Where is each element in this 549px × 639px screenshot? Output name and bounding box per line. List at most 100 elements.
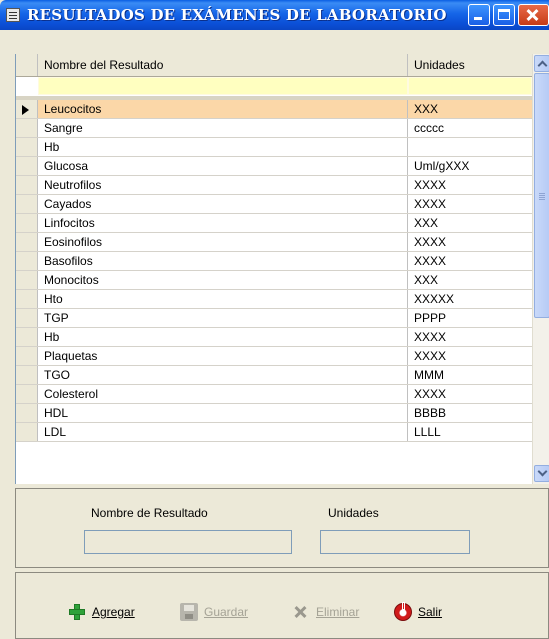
cell-units[interactable] (408, 138, 532, 156)
cell-units[interactable]: MMM (408, 366, 532, 384)
cell-result-name[interactable]: TGO (38, 366, 408, 384)
cell-result-name[interactable]: Basofilos (38, 252, 408, 270)
cell-units[interactable]: BBBB (408, 404, 532, 422)
cell-result-name[interactable]: Hto (38, 290, 408, 308)
new-row-entry[interactable] (16, 77, 532, 95)
cell-result-name[interactable]: TGP (38, 309, 408, 327)
cell-units[interactable]: PPPP (408, 309, 532, 327)
table-row[interactable]: TGP PPPP (16, 309, 532, 328)
row-selector[interactable] (16, 214, 38, 232)
table-row[interactable]: Eosinofilos XXXX (16, 233, 532, 252)
table-row[interactable]: Hto XXXXX (16, 290, 532, 309)
cell-result-name[interactable]: Eosinofilos (38, 233, 408, 251)
units-input[interactable] (320, 530, 470, 554)
column-header-name[interactable]: Nombre del Resultado (38, 54, 408, 76)
results-grid[interactable]: Nombre del Resultado Unidades Leucocitos… (15, 54, 549, 484)
lab-results-window: RESULTADOS DE EXÁMENES DE LABORATORIO No… (0, 0, 549, 639)
cell-units[interactable]: Uml/gXXX (408, 157, 532, 175)
new-row-units-cell[interactable] (408, 77, 532, 95)
title-bar[interactable]: RESULTADOS DE EXÁMENES DE LABORATORIO (0, 0, 549, 30)
row-selector[interactable] (16, 176, 38, 194)
row-selector[interactable] (16, 271, 38, 289)
cell-result-name[interactable]: Glucosa (38, 157, 408, 175)
row-selector[interactable] (16, 100, 38, 118)
close-button[interactable] (518, 4, 549, 26)
table-row[interactable]: Cayados XXXX (16, 195, 532, 214)
row-selector[interactable] (16, 347, 38, 365)
new-row-name-cell[interactable] (38, 77, 408, 95)
cell-result-name[interactable]: Sangre (38, 119, 408, 137)
cell-result-name[interactable]: Hb (38, 328, 408, 346)
row-selector[interactable] (16, 423, 38, 441)
minimize-button[interactable] (468, 4, 490, 26)
table-row[interactable]: Leucocitos XXX (16, 100, 532, 119)
table-row[interactable]: Glucosa Uml/gXXX (16, 157, 532, 176)
scroll-thumb[interactable] (534, 73, 549, 318)
cell-units[interactable]: LLLL (408, 423, 532, 441)
row-selector[interactable] (16, 404, 38, 422)
table-row[interactable]: Hb XXXX (16, 328, 532, 347)
scroll-down-arrow-icon[interactable] (534, 465, 549, 482)
window-icon (6, 8, 20, 22)
cell-result-name[interactable]: Hb (38, 138, 408, 156)
cell-units[interactable]: XXX (408, 100, 532, 118)
current-row-arrow-icon (22, 105, 29, 115)
cell-result-name[interactable]: Leucocitos (38, 100, 408, 118)
cell-units[interactable]: XXX (408, 214, 532, 232)
row-selector[interactable] (16, 290, 38, 308)
table-row[interactable]: HDL BBBB (16, 404, 532, 423)
cell-result-name[interactable]: Linfocitos (38, 214, 408, 232)
cell-result-name[interactable]: HDL (38, 404, 408, 422)
table-row[interactable]: Basofilos XXXX (16, 252, 532, 271)
table-row[interactable]: Hb (16, 138, 532, 157)
row-selector[interactable] (16, 328, 38, 346)
row-selector[interactable] (16, 252, 38, 270)
table-row[interactable]: Colesterol XXXX (16, 385, 532, 404)
cell-units[interactable]: XXXX (408, 176, 532, 194)
save-button[interactable]: Guardar (180, 603, 248, 621)
cell-result-name[interactable]: Monocitos (38, 271, 408, 289)
vertical-scrollbar[interactable] (532, 54, 549, 484)
exit-button[interactable]: Salir (394, 602, 442, 621)
cell-units[interactable]: XXXX (408, 328, 532, 346)
table-row[interactable]: LDL LLLL (16, 423, 532, 442)
cell-units[interactable]: XXXXX (408, 290, 532, 308)
row-selector[interactable] (16, 233, 38, 251)
cell-units[interactable]: XXXX (408, 385, 532, 403)
row-selector[interactable] (16, 366, 38, 384)
row-selector[interactable] (16, 138, 38, 156)
save-button-label: Guardar (204, 605, 249, 619)
table-row[interactable]: Plaquetas XXXX (16, 347, 532, 366)
row-selector[interactable] (16, 119, 38, 137)
scroll-up-arrow-icon[interactable] (534, 55, 549, 72)
cell-units[interactable]: XXX (408, 271, 532, 289)
table-row[interactable]: Monocitos XXX (16, 271, 532, 290)
table-row[interactable]: Sangre ccccc (16, 119, 532, 138)
table-row[interactable]: Linfocitos XXX (16, 214, 532, 233)
delete-button[interactable]: Eliminar (292, 603, 359, 621)
column-header-units[interactable]: Unidades (408, 54, 532, 76)
cell-units[interactable]: XXXX (408, 252, 532, 270)
table-row[interactable]: Neutrofilos XXXX (16, 176, 532, 195)
cell-units[interactable]: ccccc (408, 119, 532, 137)
cell-result-name[interactable]: Colesterol (38, 385, 408, 403)
result-name-input[interactable] (84, 530, 292, 554)
maximize-button[interactable] (493, 4, 515, 26)
cell-result-name[interactable]: LDL (38, 423, 408, 441)
cell-result-name[interactable]: Plaquetas (38, 347, 408, 365)
add-button[interactable]: Agregar (68, 603, 135, 621)
name-label: Nombre de Resultado (91, 506, 208, 520)
add-button-label: Agregar (92, 605, 135, 619)
row-selector[interactable] (16, 195, 38, 213)
row-selector[interactable] (16, 385, 38, 403)
row-selector[interactable] (16, 157, 38, 175)
window-title: RESULTADOS DE EXÁMENES DE LABORATORIO (27, 6, 447, 24)
row-selector[interactable] (16, 309, 38, 327)
cell-result-name[interactable]: Neutrofilos (38, 176, 408, 194)
cell-units[interactable]: XXXX (408, 195, 532, 213)
delete-button-label: Eliminar (316, 605, 360, 619)
cell-result-name[interactable]: Cayados (38, 195, 408, 213)
table-row[interactable]: TGO MMM (16, 366, 532, 385)
cell-units[interactable]: XXXX (408, 347, 532, 365)
cell-units[interactable]: XXXX (408, 233, 532, 251)
